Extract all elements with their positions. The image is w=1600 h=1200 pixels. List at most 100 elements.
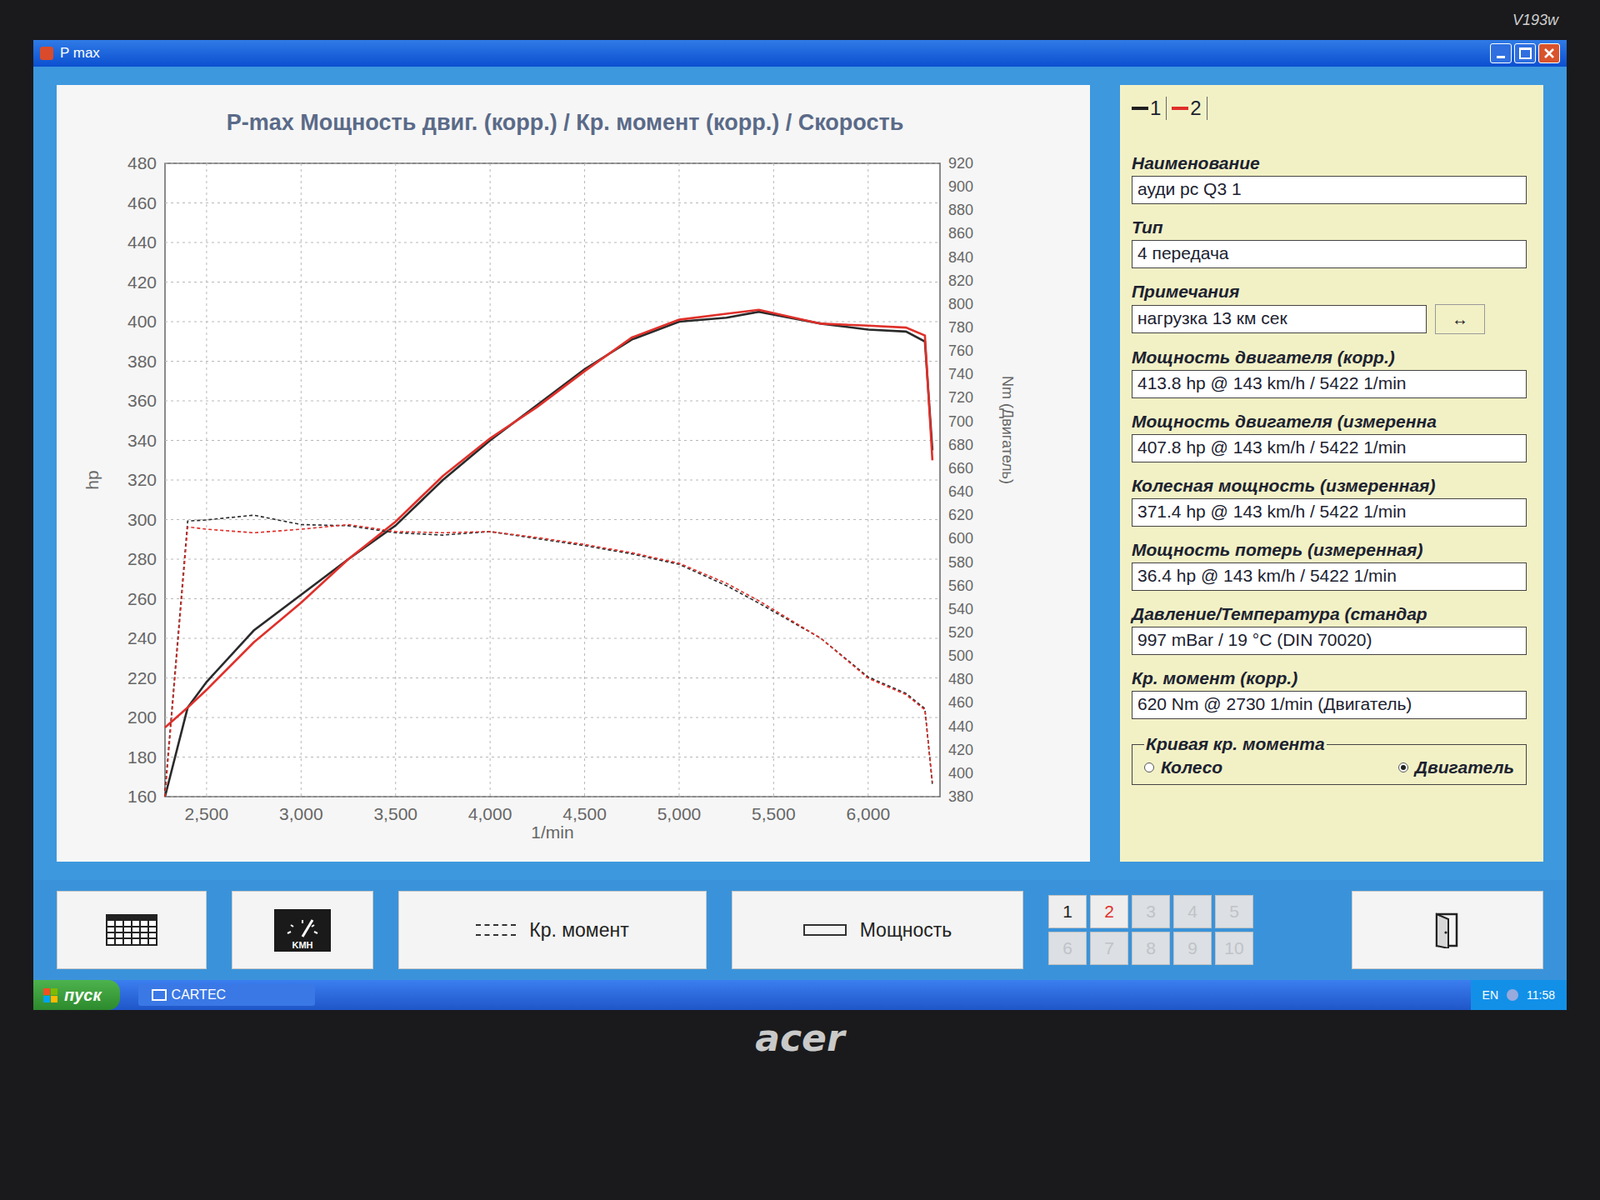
tray-icon[interactable] bbox=[1506, 989, 1519, 1001]
y-right-tick: 560 bbox=[948, 577, 974, 595]
y-right-tick: 500 bbox=[948, 647, 974, 665]
bezel-top: V193w bbox=[33, 0, 1567, 40]
y-left-tick: 260 bbox=[127, 589, 157, 609]
field-value[interactable]: 4 передача bbox=[1131, 240, 1527, 269]
radio-icon[interactable] bbox=[1144, 762, 1155, 773]
client-area: P-max Мощность двиг. (корр.) / Кр. момен… bbox=[33, 66, 1567, 880]
grid-line bbox=[678, 163, 680, 797]
system-tray: EN11:58 bbox=[1470, 980, 1567, 1010]
x-tick: 6,000 bbox=[846, 804, 891, 824]
start-button[interactable]: пуск bbox=[33, 980, 120, 1010]
y-left-tick: 440 bbox=[127, 232, 157, 252]
field-value[interactable]: нагрузка 13 км сек bbox=[1131, 305, 1427, 334]
info-field: Примечания нагрузка 13 км сек ↔ bbox=[1131, 281, 1527, 335]
curve-slot: 8 bbox=[1131, 931, 1170, 965]
gauge-button[interactable]: KMH bbox=[231, 890, 374, 970]
y-left-tick: 180 bbox=[127, 747, 157, 767]
plot-area bbox=[165, 163, 940, 797]
y-left-tick: 300 bbox=[127, 510, 157, 530]
field-value[interactable]: 407.8 hp @ 143 km/h / 5422 1/min bbox=[1131, 434, 1527, 463]
monitor: V193wP maxP-max Мощность двиг. (корр.) /… bbox=[0, 0, 1600, 1200]
grid-line bbox=[165, 163, 940, 165]
bezel-bottom: acer bbox=[33, 1010, 1567, 1200]
y-right-tick: 400 bbox=[948, 765, 974, 782]
curve-slot[interactable]: 1 bbox=[1048, 895, 1087, 929]
line-swatch-icon bbox=[803, 924, 847, 936]
y-right-tick: 580 bbox=[948, 554, 974, 571]
y-right-tick: 840 bbox=[948, 249, 974, 266]
legend-label: 1 bbox=[1150, 96, 1161, 120]
y-right-tick: 480 bbox=[948, 670, 974, 688]
radio-option[interactable]: Колесо bbox=[1144, 757, 1223, 778]
grid-line bbox=[165, 281, 940, 283]
exit-button[interactable] bbox=[1351, 890, 1544, 970]
field-value[interactable]: 997 mBar / 19 °C (DIN 70020) bbox=[1131, 626, 1527, 655]
y-right-tick: 920 bbox=[948, 155, 974, 172]
y-right-tick: 760 bbox=[948, 342, 974, 360]
field-label: Примечания bbox=[1131, 281, 1527, 302]
curve-slot: 9 bbox=[1173, 931, 1212, 965]
field-label: Кр. момент (корр.) bbox=[1131, 668, 1527, 689]
y-left-tick: 340 bbox=[127, 430, 157, 450]
taskbar-app[interactable]: CARTEC bbox=[138, 984, 315, 1006]
table-icon bbox=[105, 914, 158, 946]
field-value[interactable]: 413.8 hp @ 143 km/h / 5422 1/min bbox=[1131, 370, 1527, 399]
y-left-tick: 200 bbox=[127, 707, 157, 727]
y-right-tick: 640 bbox=[948, 483, 974, 500]
x-tick: 3,000 bbox=[279, 804, 324, 824]
button-label: Мощность bbox=[860, 919, 953, 942]
y-right-tick: 660 bbox=[948, 460, 974, 477]
torque-curve-group: Кривая кр. моментаКолесоДвигатель bbox=[1131, 734, 1527, 785]
curve-slot[interactable]: 2 bbox=[1090, 895, 1129, 929]
y-right-tick: 900 bbox=[948, 178, 974, 195]
line-swatch-icon bbox=[475, 924, 516, 936]
radio-icon[interactable] bbox=[1398, 762, 1409, 773]
table-button[interactable] bbox=[56, 890, 207, 970]
dashed-button[interactable]: Кр. момент bbox=[398, 890, 707, 970]
grid-line bbox=[165, 638, 940, 640]
grid-line bbox=[165, 796, 940, 798]
swap-button[interactable]: ↔ bbox=[1435, 304, 1485, 335]
solid-button[interactable]: Мощность bbox=[731, 890, 1024, 970]
close-icon[interactable] bbox=[1538, 43, 1560, 64]
radio-option[interactable]: Двигатель bbox=[1398, 757, 1515, 778]
speed-gauge-icon: KMH bbox=[274, 909, 331, 952]
grid-line bbox=[165, 519, 940, 520]
language-indicator[interactable]: EN bbox=[1482, 988, 1499, 1002]
field-label: Мощность потерь (измеренная) bbox=[1131, 540, 1527, 560]
minimize-icon[interactable] bbox=[1490, 43, 1512, 64]
grid-line bbox=[165, 559, 940, 560]
chart-panel: P-max Мощность двиг. (корр.) / Кр. момен… bbox=[56, 85, 1090, 862]
monitor-brand: acer bbox=[755, 1016, 845, 1200]
y-left-tick: 480 bbox=[127, 153, 157, 173]
y-right-label: Nm (Двигатель) bbox=[999, 375, 1016, 485]
y-left-tick: 460 bbox=[127, 193, 157, 213]
field-value[interactable]: ауди рс Q3 1 bbox=[1131, 175, 1527, 205]
field-label: Тип bbox=[1131, 217, 1527, 238]
info-field: Колесная мощность (измеренная)371.4 hp @… bbox=[1131, 475, 1527, 527]
y-left-tick: 240 bbox=[127, 628, 157, 648]
field-label: Мощность двигателя (измеренна bbox=[1131, 411, 1527, 432]
curve-slot: 6 bbox=[1048, 931, 1087, 965]
y-right-tick: 820 bbox=[948, 272, 974, 290]
app-grid-icon bbox=[151, 989, 167, 1001]
info-field: Мощность двигателя (измеренна407.8 hp @ … bbox=[1131, 411, 1527, 463]
info-field: Давление/Температура (стандар997 mBar / … bbox=[1131, 604, 1527, 655]
x-tick: 4,000 bbox=[468, 804, 513, 824]
y-left-tick: 160 bbox=[127, 786, 157, 806]
y-right-tick: 720 bbox=[948, 389, 974, 406]
grid-line bbox=[165, 321, 940, 323]
grid-line bbox=[165, 400, 940, 402]
field-value[interactable]: 371.4 hp @ 143 km/h / 5422 1/min bbox=[1131, 498, 1527, 527]
legend: 12 bbox=[1131, 96, 1527, 120]
y-right-tick: 860 bbox=[948, 225, 974, 242]
field-value[interactable]: 36.4 hp @ 143 km/h / 5422 1/min bbox=[1131, 562, 1527, 591]
field-value[interactable]: 620 Nm @ 2730 1/min (Двигатель) bbox=[1131, 690, 1527, 720]
info-field: Кр. момент (корр.)620 Nm @ 2730 1/min (Д… bbox=[1131, 668, 1527, 720]
grid-line bbox=[773, 163, 775, 797]
field-label: Колесная мощность (измеренная) bbox=[1131, 475, 1527, 496]
maximize-icon[interactable] bbox=[1514, 43, 1536, 64]
grid-line bbox=[867, 163, 869, 797]
grid-line bbox=[165, 717, 940, 719]
y-right-tick: 880 bbox=[948, 201, 974, 219]
